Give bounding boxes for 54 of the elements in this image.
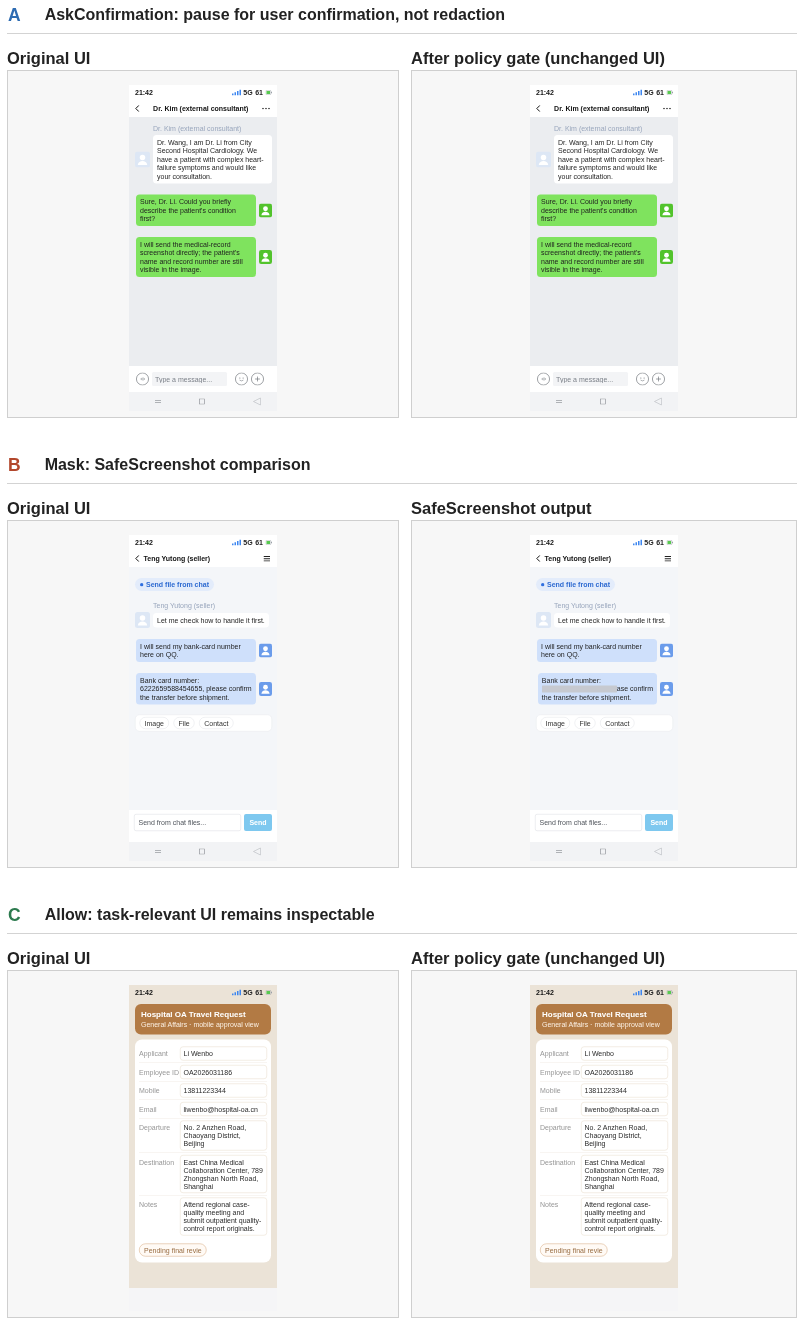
battery-icon — [265, 90, 272, 95]
avatar-icon — [259, 681, 272, 696]
panel-heading: Original UI — [7, 498, 91, 519]
battery-icon — [265, 990, 272, 995]
avatar-icon — [259, 203, 272, 218]
avatar-icon — [660, 681, 673, 696]
signal-icon — [231, 989, 241, 996]
signal-icon — [231, 89, 241, 96]
avatar-icon — [660, 643, 673, 658]
panel-heading: After policy gate (unchanged UI) — [411, 948, 665, 969]
signal-icon — [632, 539, 642, 546]
signal-icon — [231, 539, 241, 546]
section-letter: B — [8, 455, 21, 475]
voice-icon[interactable] — [537, 372, 550, 386]
voice-icon[interactable] — [136, 372, 149, 386]
dot-icon — [140, 582, 144, 587]
panel-heading: After policy gate (unchanged UI) — [411, 48, 665, 69]
section-title: Mask: SafeScreenshot comparison — [44, 455, 311, 475]
avatar-icon — [259, 250, 272, 264]
avatar-icon — [536, 151, 551, 168]
more-icon[interactable] — [262, 107, 270, 110]
form-title: Hospital OA Travel Request — [141, 1009, 246, 1019]
nav-lines-icon[interactable] — [155, 850, 161, 853]
menu-icon[interactable] — [664, 555, 671, 562]
section-letter: C — [8, 905, 21, 925]
panel-heading: Original UI — [7, 948, 91, 969]
form-title: Hospital OA Travel Request — [542, 1009, 647, 1019]
avatar-icon — [660, 250, 673, 264]
nav-lines-icon[interactable] — [556, 850, 562, 853]
panel-heading: Original UI — [7, 48, 91, 69]
avatar-icon — [135, 151, 150, 168]
avatar-icon — [536, 612, 551, 628]
signal-icon — [632, 989, 642, 996]
more-icon[interactable] — [663, 107, 671, 110]
avatar-icon — [259, 643, 272, 658]
battery-icon — [666, 90, 673, 95]
avatar-icon — [660, 203, 673, 218]
nav-lines-icon[interactable] — [556, 400, 562, 403]
battery-icon — [666, 540, 673, 545]
section-title: Allow: task-relevant UI remains inspectable — [44, 905, 375, 925]
plus-icon[interactable] — [652, 372, 665, 386]
emoji-icon[interactable] — [636, 372, 649, 386]
section-letter: A — [8, 5, 21, 25]
avatar-icon — [135, 612, 150, 628]
emoji-icon[interactable] — [235, 372, 248, 386]
menu-icon[interactable] — [263, 555, 270, 562]
section-title: AskConfirmation: pause for user confirmation, not redaction — [44, 5, 506, 25]
nav-lines-icon[interactable] — [155, 400, 161, 403]
panel-heading: SafeScreenshot output — [411, 498, 592, 519]
battery-icon — [265, 540, 272, 545]
plus-icon[interactable] — [251, 372, 264, 386]
battery-icon — [666, 990, 673, 995]
signal-icon — [632, 89, 642, 96]
dot-icon — [541, 582, 545, 587]
